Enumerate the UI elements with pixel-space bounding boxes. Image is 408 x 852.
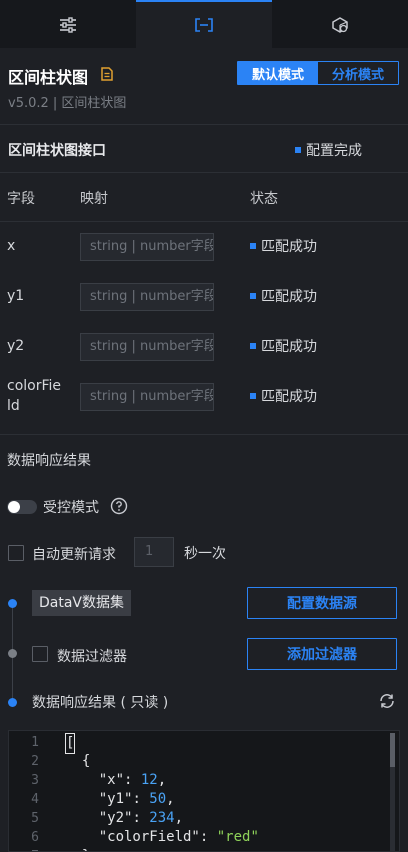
json-key: "y2" (98, 810, 133, 826)
auto-update-checkbox[interactable] (8, 545, 24, 561)
code-line: "y2": 234, (98, 810, 184, 826)
panel-tabs (0, 0, 408, 48)
json-string: "red" (216, 829, 259, 845)
column-header-status: 状态 (250, 191, 278, 207)
cube-icon (332, 17, 348, 33)
data-response-title: 数据响应结果 (7, 453, 91, 469)
data-filter-checkbox[interactable] (32, 646, 48, 662)
field-name-line: ld (7, 398, 20, 414)
line-number: 7 (9, 847, 43, 851)
column-header-mapping: 映射 (80, 191, 108, 207)
line-number: 1 (31, 735, 39, 750)
timeline-dot-active (8, 698, 17, 707)
code-line: [ (65, 733, 259, 754)
column-header-field: 字段 (7, 191, 35, 207)
document-icon[interactable] (101, 67, 113, 81)
add-filter-button[interactable]: 添加过滤器 (247, 638, 397, 670)
line-number: 4 (31, 792, 39, 807)
help-icon[interactable] (110, 497, 128, 515)
mapping-input[interactable]: string | number字段 (80, 333, 214, 361)
controlled-mode-label: 受控模式 (43, 500, 99, 516)
field-name: colorFie ld (7, 376, 61, 416)
status-dot (250, 293, 256, 299)
json-number: 50 (149, 791, 167, 807)
data-source-tag: DataV数据集 (32, 590, 132, 616)
default-mode-button[interactable]: 默认模式 (238, 62, 318, 84)
interval-input[interactable]: 1 (134, 537, 174, 567)
status-dot (295, 147, 301, 153)
status-dot (250, 393, 256, 399)
status-dot (250, 343, 256, 349)
mapping-input[interactable]: string | number字段 (80, 383, 214, 411)
config-status: 配置完成 (295, 140, 362, 160)
divider (0, 124, 408, 125)
json-key: "colorField" (98, 829, 200, 845)
config-status-text: 配置完成 (306, 143, 362, 159)
code-line: }, (65, 847, 259, 851)
json-number: 234 (149, 810, 175, 826)
json-key: "y1" (98, 791, 133, 807)
code-content: [ { "x": 12, "y1": 50, "y2": 234, "color… (65, 733, 259, 851)
match-status-text: 匹配成功 (261, 239, 317, 255)
field-name: y2 (7, 338, 25, 354)
line-number: 5 (31, 811, 39, 826)
line-number-gutter: 1 2 3 4 5 6 7 (9, 733, 43, 851)
bracket-highlight: [ (65, 733, 76, 754)
line-number: 6 (31, 830, 39, 845)
json-key: "x" (98, 772, 125, 788)
interval-unit: 秒一次 (184, 546, 226, 562)
bracket-box-icon (195, 18, 213, 32)
code-scrollbar-thumb[interactable] (390, 733, 395, 767)
match-status-text: 匹配成功 (261, 289, 317, 305)
mapping-input[interactable]: string | number字段 (80, 283, 214, 311)
refresh-icon[interactable] (378, 692, 396, 710)
match-status: 匹配成功 (250, 336, 317, 356)
controlled-mode-toggle[interactable] (7, 500, 37, 514)
divider (0, 221, 408, 222)
auto-update-label: 自动更新请求 (32, 547, 116, 563)
divider (0, 172, 408, 173)
config-data-source-button[interactable]: 配置数据源 (247, 587, 397, 619)
version-text: v5.0.2 | 区间柱状图 (8, 96, 127, 111)
timeline-dot-inactive (8, 649, 17, 658)
code-line: "colorField": "red" (98, 829, 259, 845)
line-number: 3 (31, 773, 39, 788)
json-code-viewer[interactable]: 1 2 3 4 5 6 7 [ { "x": 12, "y1": 50, "y2… (8, 730, 400, 852)
mode-switch: 默认模式 分析模式 (237, 61, 399, 85)
field-name-line: colorFie (7, 378, 62, 394)
result-readonly-label: 数据响应结果 ( 只读 ) (32, 695, 169, 711)
mapping-input[interactable]: string | number字段 (80, 233, 214, 261)
tab-interaction[interactable] (272, 0, 408, 48)
line-number: 2 (31, 754, 39, 769)
code-line: "x": 12, (98, 772, 167, 788)
match-status: 匹配成功 (250, 236, 317, 256)
interface-title: 区间柱状图接口 (8, 143, 106, 159)
match-status: 匹配成功 (250, 286, 317, 306)
code-line: "y1": 50, (98, 791, 175, 807)
status-dot (250, 243, 256, 249)
data-filter-label: 数据过滤器 (57, 649, 127, 665)
tab-style[interactable] (0, 0, 136, 48)
analysis-mode-button[interactable]: 分析模式 (318, 62, 398, 84)
match-status-text: 匹配成功 (261, 389, 317, 405)
field-name: x (7, 238, 16, 254)
sliders-icon (60, 17, 76, 33)
match-status: 匹配成功 (250, 386, 317, 406)
divider (0, 434, 408, 435)
code-line: { (65, 753, 91, 769)
tab-data[interactable] (136, 0, 272, 48)
timeline-dot-active (8, 599, 17, 608)
json-number: 12 (140, 772, 158, 788)
toggle-knob (8, 501, 20, 513)
component-title: 区间柱状图 (8, 68, 89, 87)
match-status-text: 匹配成功 (261, 339, 317, 355)
field-name: y1 (7, 288, 25, 304)
